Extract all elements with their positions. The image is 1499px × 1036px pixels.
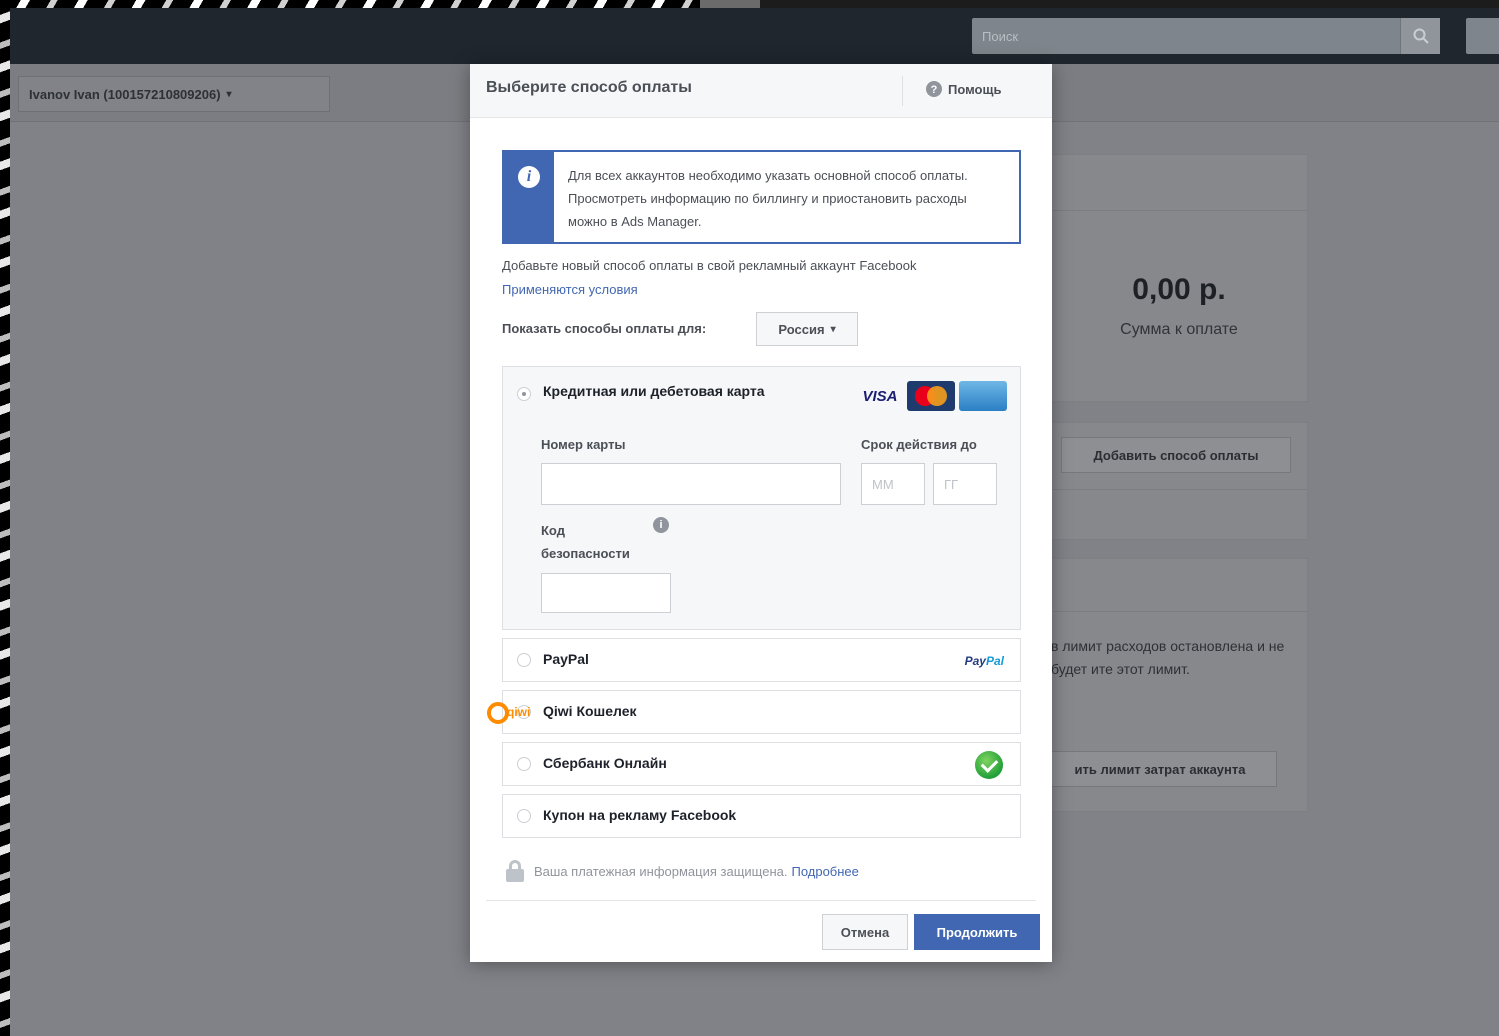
sberbank-logo-icon [974, 751, 1004, 779]
decorative-top-strip [0, 0, 760, 8]
search-input[interactable] [972, 18, 1402, 54]
add-payment-method-button[interactable]: Добавить способ оплаты [1061, 437, 1291, 473]
card-brand-logos: VISA [857, 381, 1007, 411]
topbar-profile-button[interactable] [1466, 18, 1499, 54]
dialog-header: Выберите способ оплаты ? Помощь [470, 64, 1052, 118]
search-box [972, 18, 1440, 54]
summary-panel-header [1051, 155, 1307, 211]
coupon-option-label: Купон на рекламу Facebook [543, 807, 737, 823]
top-navigation-bar [10, 8, 1499, 64]
coupon-radio[interactable] [517, 809, 531, 823]
account-select-label: Ivanov Ivan (100157210809206) [29, 86, 221, 102]
spending-limit-text: в лимит расходов остановлена и не будет … [1051, 638, 1285, 677]
card-number-input[interactable] [541, 463, 841, 505]
country-select[interactable]: Россия ▾ [756, 312, 858, 346]
cvv-label: Код безопасности [541, 523, 630, 561]
panel-divider [1051, 489, 1307, 490]
expiry-year-input[interactable] [933, 463, 997, 505]
payment-methods-panel: Добавить способ оплаты [1050, 422, 1308, 540]
info-notice: i Для всех аккаунтов необходимо указать … [502, 150, 1021, 244]
payment-option-qiwi[interactable]: Qiwi Кошелек qiwi [487, 690, 1021, 734]
amount-due: 0,00 р. [1132, 273, 1226, 306]
country-label: Показать способы оплаты для: [502, 321, 707, 336]
add-method-description: Добавьте новый способ оплаты в свой рекл… [502, 258, 917, 273]
paypal-logo-icon: Pay Pal [965, 647, 1004, 675]
lock-icon [506, 860, 524, 882]
paypal-option-label: PayPal [543, 651, 589, 667]
qiwi-logo-ring [487, 702, 509, 724]
expiry-month-input[interactable] [861, 463, 925, 505]
info-icon: i [518, 166, 540, 188]
app-window: Ivanov Ivan (100157210809206) ▾ 0,00 р. … [10, 8, 1499, 1036]
payment-option-coupon[interactable]: Купон на рекламу Facebook [502, 794, 1021, 838]
learn-more-link[interactable]: Подробнее [791, 864, 858, 879]
secure-notice: Ваша платежная информация защищена. Подр… [506, 860, 859, 882]
payment-method-dialog: Выберите способ оплаты ? Помощь i Для вс… [470, 64, 1052, 962]
payment-option-paypal[interactable]: PayPal Pay Pal [502, 638, 1021, 682]
footer-divider [486, 900, 1036, 901]
dialog-title: Выберите способ оплаты [486, 79, 692, 96]
continue-button[interactable]: Продолжить [914, 914, 1040, 950]
cvv-info-icon[interactable]: i [653, 517, 669, 533]
secure-notice-text: Ваша платежная информация защищена. [534, 863, 788, 879]
header-divider [902, 76, 903, 106]
search-icon [1413, 28, 1429, 44]
decorative-top-strip-gray [700, 0, 760, 8]
card-number-label: Номер карты [541, 437, 626, 452]
search-button[interactable] [1400, 18, 1440, 54]
amount-due-label: Сумма к оплате [1120, 321, 1238, 338]
chevron-down-icon: ▾ [830, 323, 836, 335]
paypal-logo-part-b: Pal [985, 654, 1004, 668]
info-notice-text: Для всех аккаунтов необходимо указать ос… [568, 168, 968, 229]
card-option-label: Кредитная или дебетовая карта [543, 383, 765, 399]
terms-link[interactable]: Применяются условия [502, 282, 638, 297]
qiwi-option-label: Qiwi Кошелек [543, 703, 637, 719]
cancel-button[interactable]: Отмена [822, 914, 908, 950]
visa-logo-icon: VISA [862, 387, 898, 405]
expiry-label: Срок действия до [861, 437, 977, 452]
sberbank-option-label: Сбербанк Онлайн [543, 755, 667, 771]
paypal-radio[interactable] [517, 653, 531, 667]
mastercard-logo-icon [907, 381, 955, 411]
amex-logo-icon [959, 381, 1007, 411]
cvv-input[interactable] [541, 573, 671, 613]
chevron-down-icon: ▾ [226, 88, 232, 100]
qiwi-logo-text: qiwi [507, 705, 531, 719]
card-radio[interactable] [517, 387, 531, 401]
qiwi-logo-icon: qiwi [487, 699, 543, 727]
help-icon: ? [926, 81, 942, 97]
panel-divider [1051, 611, 1307, 612]
spending-limit-panel: в лимит расходов остановлена и не будет … [1043, 558, 1308, 812]
sberbank-logo-circle [975, 751, 1003, 779]
summary-panel: 0,00 р. Сумма к оплате [1050, 154, 1308, 402]
set-spending-limit-button[interactable]: ить лимит затрат аккаунта [1043, 751, 1277, 787]
help-label: Помощь [948, 81, 1002, 97]
account-select[interactable]: Ivanov Ivan (100157210809206) ▾ [18, 76, 330, 112]
payment-option-sberbank[interactable]: Сбербанк Онлайн [502, 742, 1021, 786]
payment-option-card[interactable]: Кредитная или дебетовая карта VISA Номер… [502, 366, 1021, 630]
info-notice-stripe: i [504, 152, 554, 242]
help-link[interactable]: ? Помощь [926, 81, 1001, 97]
country-select-value: Россия [778, 321, 825, 337]
paypal-logo-part-a: Pay [964, 654, 986, 668]
sberbank-radio[interactable] [517, 757, 531, 771]
svg-text:?: ? [931, 84, 938, 96]
